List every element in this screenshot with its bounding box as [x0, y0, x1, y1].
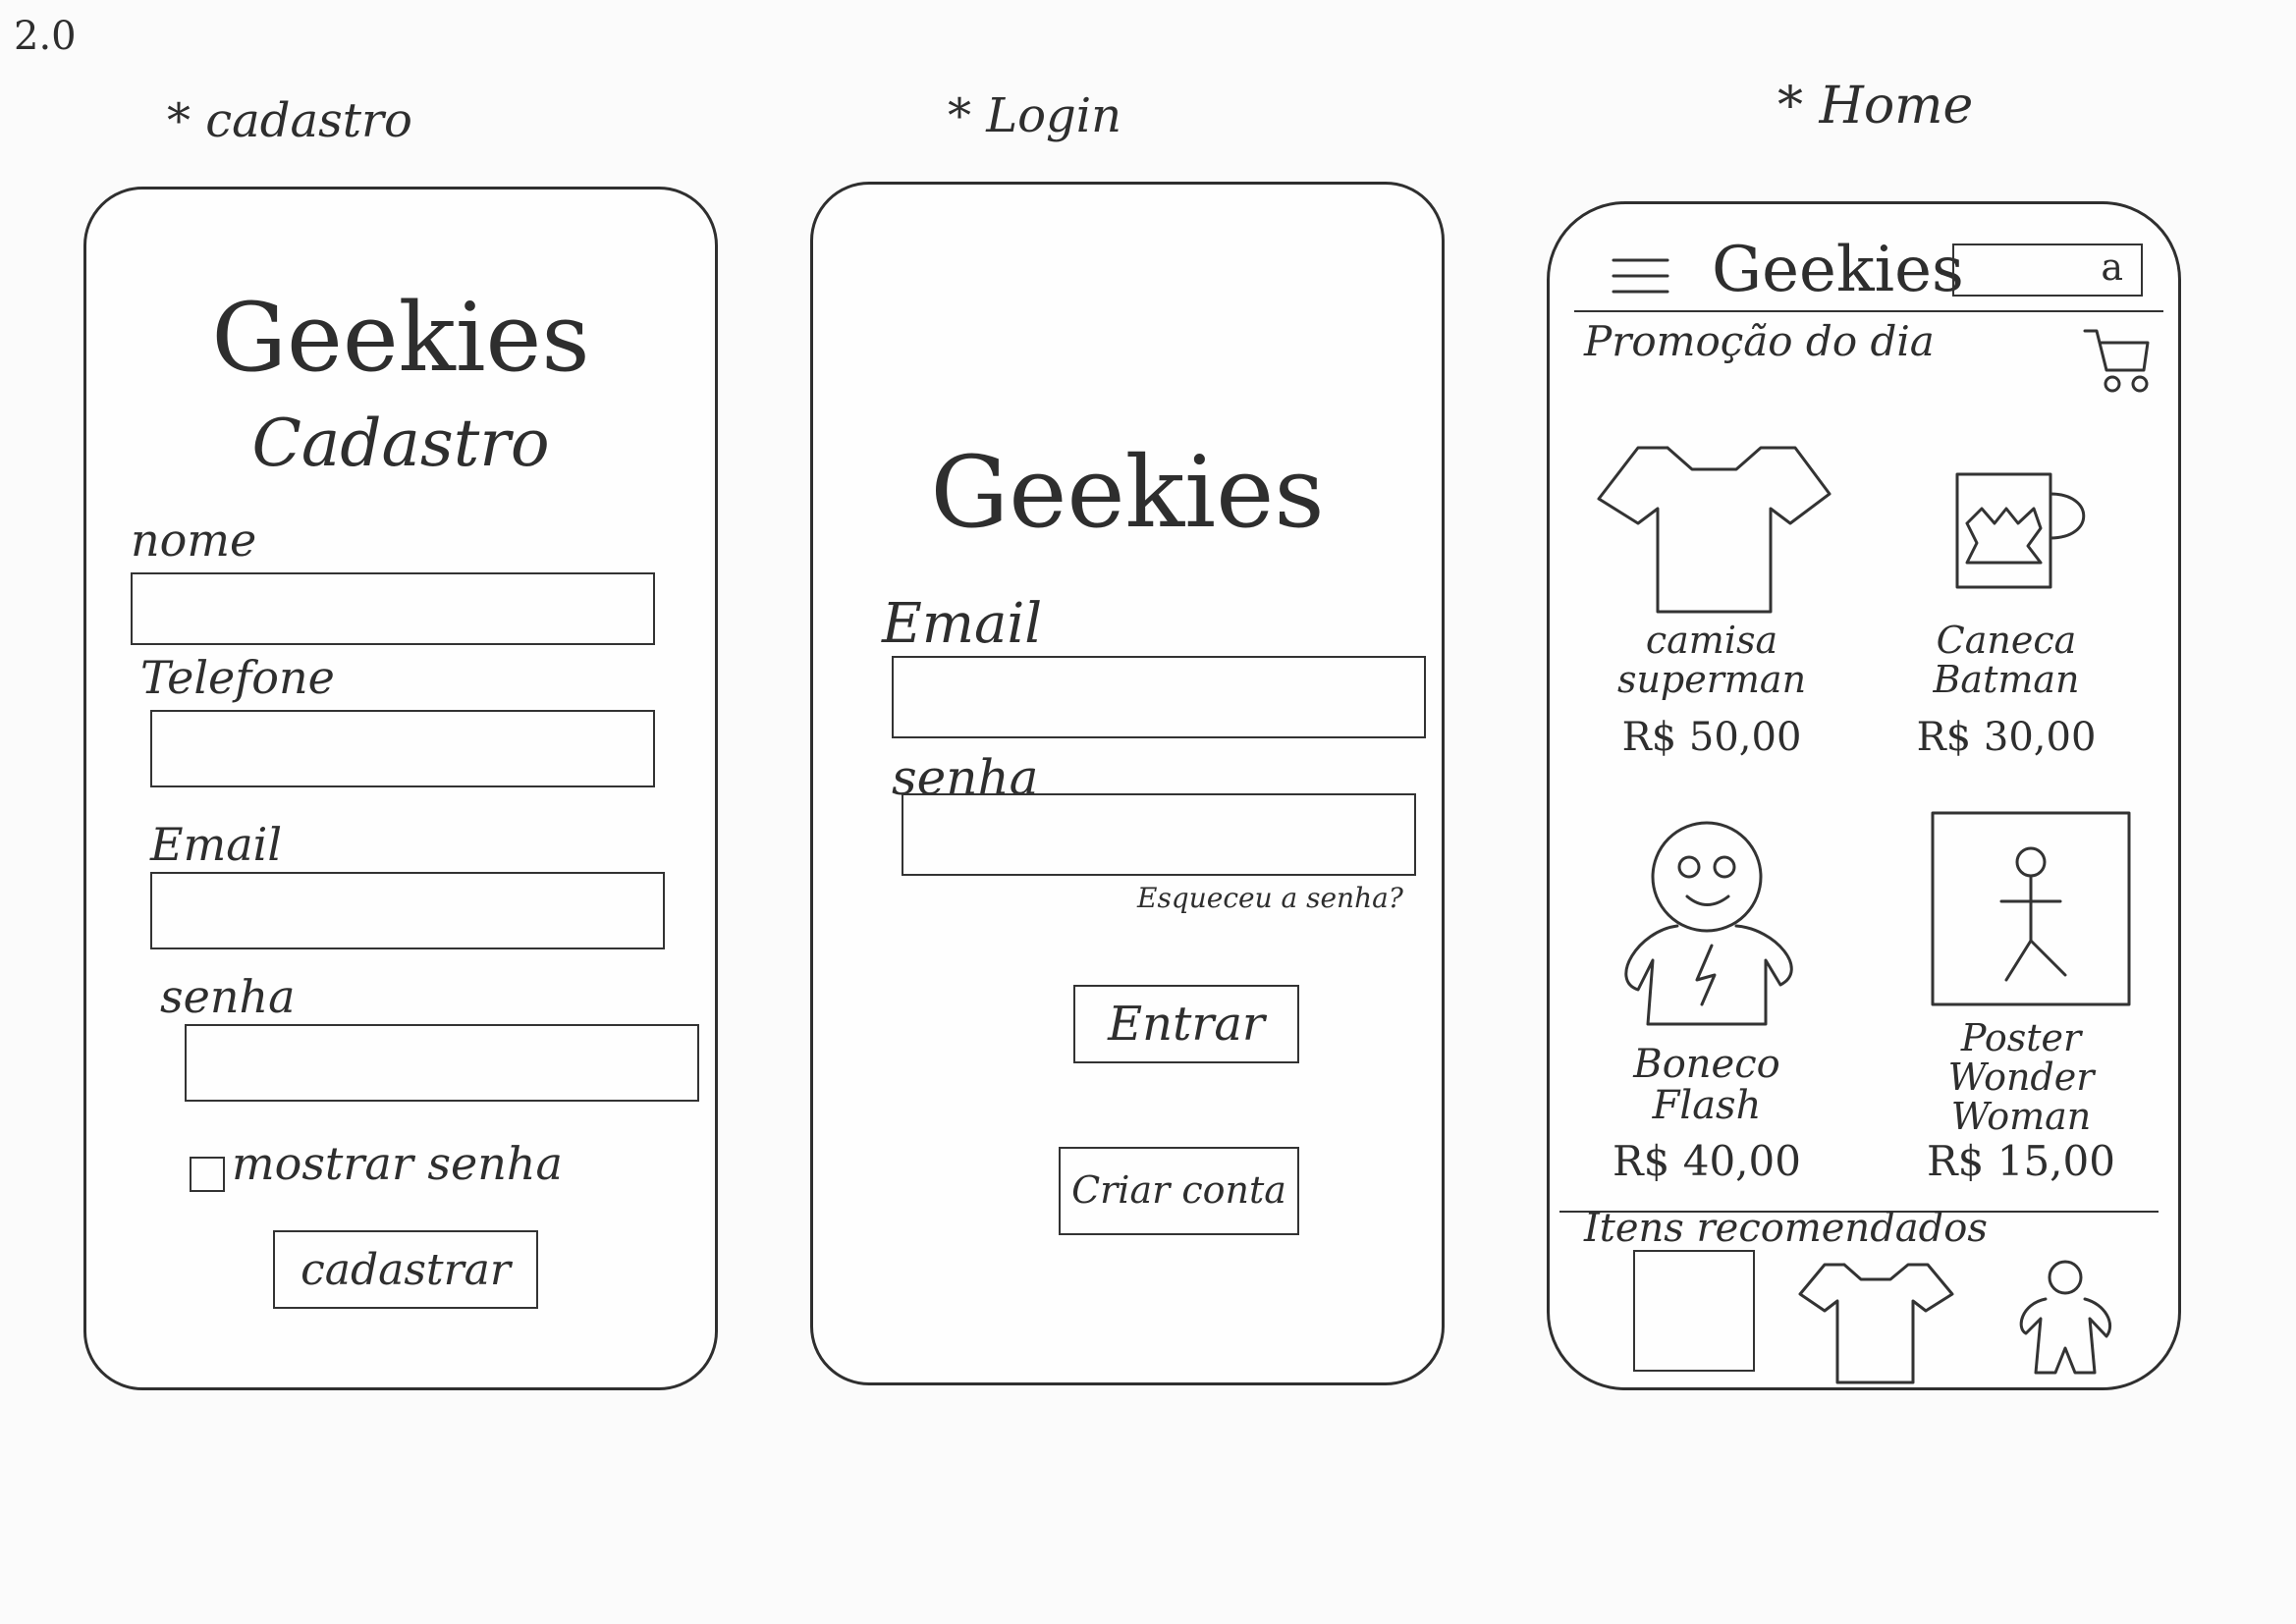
- poster-icon: [1931, 811, 2131, 1006]
- email-field[interactable]: [150, 872, 665, 949]
- promo-title: Promoção do dia: [1584, 317, 1935, 365]
- product-price: R$ 40,00: [1613, 1137, 1801, 1185]
- criar-conta-button[interactable]: Criar conta: [1059, 1147, 1299, 1235]
- recommended-item-doll-icon[interactable]: [2016, 1260, 2124, 1387]
- login-email-label: Email: [882, 592, 1043, 656]
- cadastro-caption: * cadastro: [167, 93, 412, 148]
- login-brand: Geekies: [930, 435, 1325, 550]
- product-price: R$ 50,00: [1621, 715, 1802, 760]
- header-divider: [1574, 310, 2163, 312]
- login-senha-field[interactable]: [902, 793, 1416, 876]
- email-label: Email: [150, 818, 283, 871]
- cadastro-phone-frame: Geekies Cadastro nome Telefone Email sen…: [83, 187, 718, 1390]
- mug-icon: [1955, 472, 2086, 589]
- login-email-field[interactable]: [892, 656, 1426, 738]
- telefone-label: Telefone: [140, 651, 335, 704]
- product-card[interactable]: Poster Wonder Woman R$ 15,00: [1874, 808, 2149, 1201]
- nome-label: nome: [131, 514, 257, 567]
- product-name: Boneco Flash: [1633, 1042, 1780, 1128]
- recommended-title: Itens recomendados: [1584, 1206, 1988, 1251]
- telefone-field[interactable]: [150, 710, 655, 787]
- product-name: Caneca Batman: [1933, 619, 2080, 701]
- show-password-label: mostrar senha: [232, 1137, 563, 1190]
- product-name: camisa superman: [1616, 619, 1807, 701]
- sheet-version: 2.0: [14, 14, 77, 59]
- product-card[interactable]: camisa superman R$ 50,00: [1579, 430, 1834, 760]
- home-phone-frame: Geekies a Promoção do dia camisa superma…: [1547, 201, 2181, 1390]
- product-price: R$ 15,00: [1927, 1137, 2115, 1185]
- home-caption: * Home: [1777, 77, 1974, 135]
- show-password-checkbox[interactable]: [190, 1157, 225, 1192]
- cadastrar-button[interactable]: cadastrar: [273, 1230, 538, 1309]
- search-icon[interactable]: a: [2101, 245, 2123, 289]
- nome-field[interactable]: [131, 572, 655, 645]
- senha-label: senha: [160, 970, 296, 1023]
- home-brand: Geekies: [1712, 234, 1964, 306]
- cart-icon[interactable]: [2083, 327, 2154, 396]
- product-name: Poster Wonder Woman: [1947, 1016, 2095, 1138]
- login-caption: * Login: [948, 88, 1122, 143]
- product-price: R$ 30,00: [1916, 715, 2097, 760]
- menu-icon[interactable]: [1612, 258, 1672, 298]
- product-card[interactable]: Caneca Batman R$ 30,00: [1874, 430, 2139, 760]
- recommended-item-tshirt-icon[interactable]: [1798, 1260, 1957, 1387]
- cadastro-title: Cadastro: [251, 406, 550, 481]
- senha-field[interactable]: [185, 1024, 699, 1102]
- search-input[interactable]: a: [1952, 244, 2143, 297]
- doll-icon: [1624, 821, 1793, 1026]
- login-phone-frame: Geekies Email senha Esqueceu a senha? En…: [810, 182, 1445, 1385]
- forgot-password-link[interactable]: Esqueceu a senha?: [1137, 882, 1403, 914]
- entrar-button[interactable]: Entrar: [1073, 985, 1299, 1063]
- cadastro-brand: Geekies: [211, 283, 590, 393]
- tshirt-icon: [1597, 446, 1831, 614]
- recommended-item-poster[interactable]: [1633, 1250, 1755, 1372]
- product-card[interactable]: Boneco Flash R$ 40,00: [1579, 821, 1844, 1206]
